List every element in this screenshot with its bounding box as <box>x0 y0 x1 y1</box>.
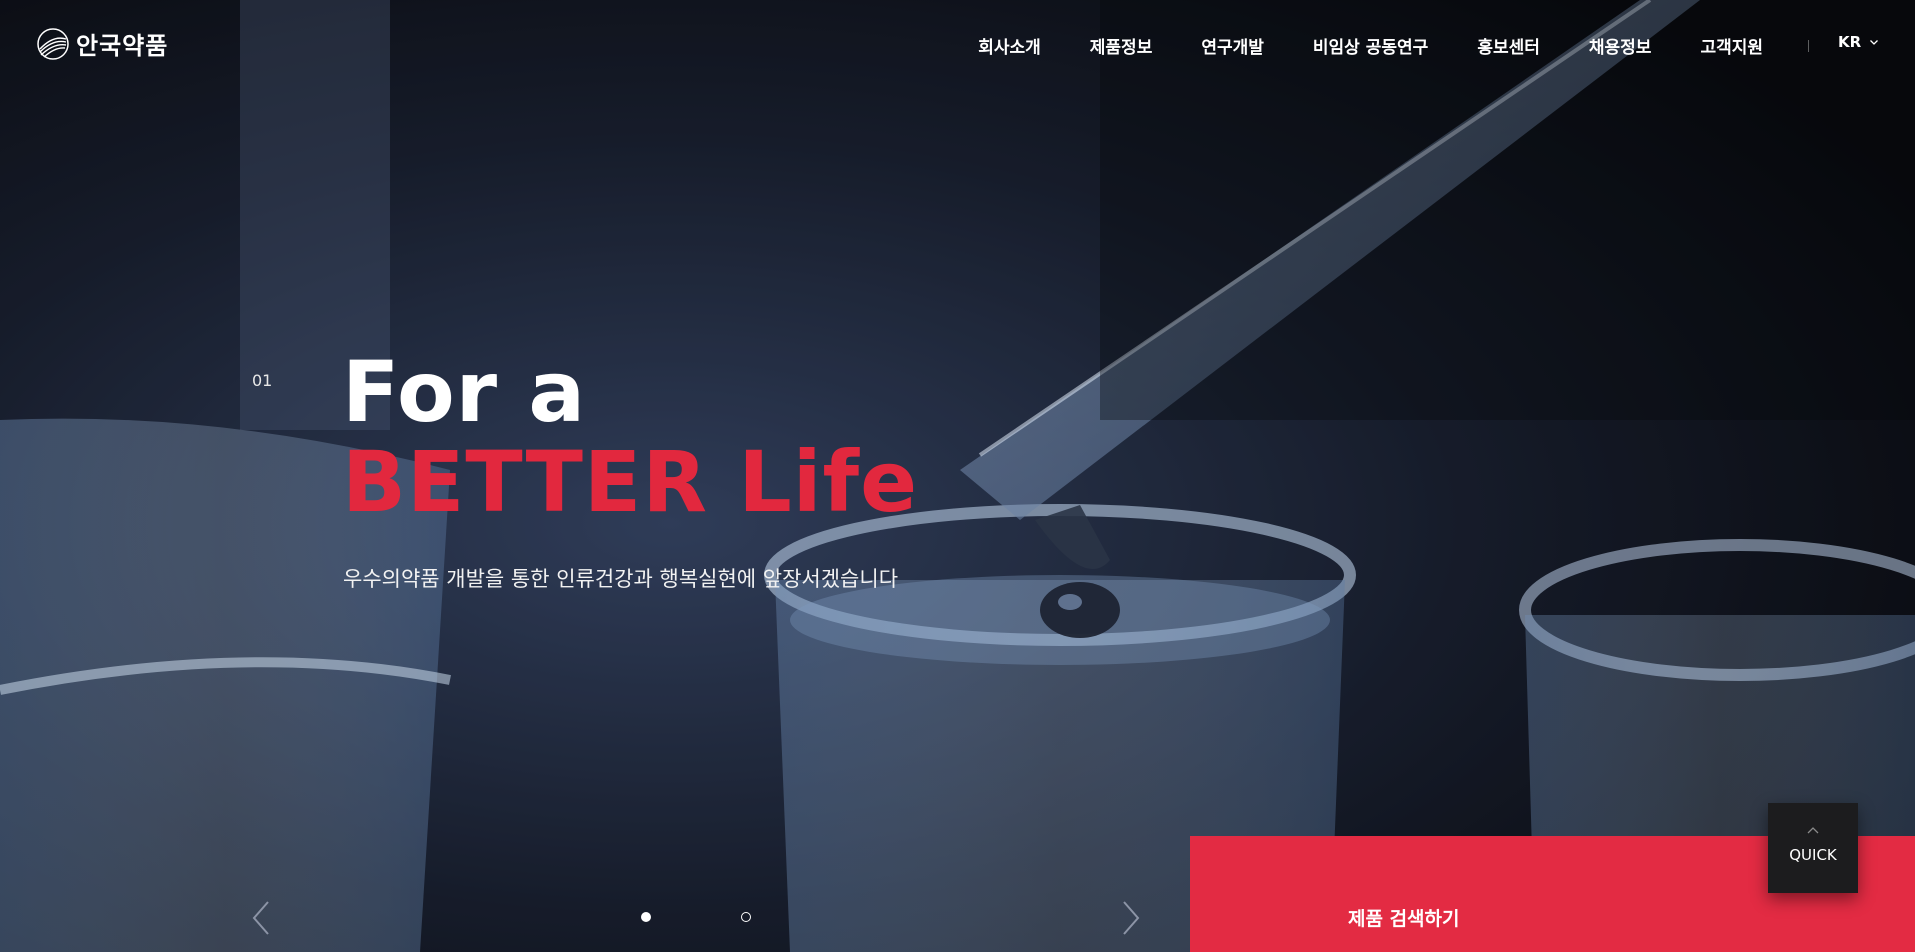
sunburst-logo-icon <box>37 27 69 60</box>
main-nav: 회사소개 제품정보 연구개발 비임상 공동연구 홍보센터 채용정보 고객지원 <box>929 33 1763 58</box>
nav-item-research[interactable]: 연구개발 <box>1201 33 1264 58</box>
product-search-label: 제품 검색하기 <box>1348 908 1460 930</box>
slider-dot-2[interactable] <box>741 912 751 922</box>
chevron-down-icon <box>1870 40 1879 45</box>
chevron-up-icon <box>1807 827 1819 834</box>
hero-headline-line1: For a <box>342 343 587 441</box>
chevron-left-icon[interactable] <box>250 900 272 936</box>
language-label: KR <box>1838 33 1862 51</box>
nav-item-support[interactable]: 고객지원 <box>1700 33 1763 58</box>
brand-name: 안국약품 <box>76 32 169 60</box>
hero-headline-line2: BETTER Life <box>342 433 919 531</box>
slide-number: 01 <box>252 371 273 390</box>
nav-item-careers[interactable]: 채용정보 <box>1589 33 1652 58</box>
nav-item-nonclinical-research[interactable]: 비임상 공동연구 <box>1313 33 1428 58</box>
hero-background-image <box>0 0 1915 952</box>
quick-menu-button[interactable]: QUICK <box>1768 803 1858 893</box>
language-selector[interactable]: KR <box>1838 33 1879 51</box>
slider-dot-1[interactable] <box>641 912 651 922</box>
nav-divider <box>1808 40 1809 52</box>
chevron-right-icon[interactable] <box>1120 900 1142 936</box>
brand-logo[interactable]: 안국약품 <box>36 26 168 61</box>
quick-label: QUICK <box>1789 846 1837 864</box>
nav-item-pr-center[interactable]: 홍보센터 <box>1477 33 1540 58</box>
nav-item-company[interactable]: 회사소개 <box>978 33 1041 58</box>
site-header: 안국약품 회사소개 제품정보 연구개발 비임상 공동연구 홍보센터 채용정보 고… <box>0 0 1915 90</box>
hero-subheadline: 우수의약품 개발을 통한 인류건강과 행복실현에 앞장서겠습니다 <box>343 567 899 591</box>
nav-item-products[interactable]: 제품정보 <box>1090 33 1153 58</box>
